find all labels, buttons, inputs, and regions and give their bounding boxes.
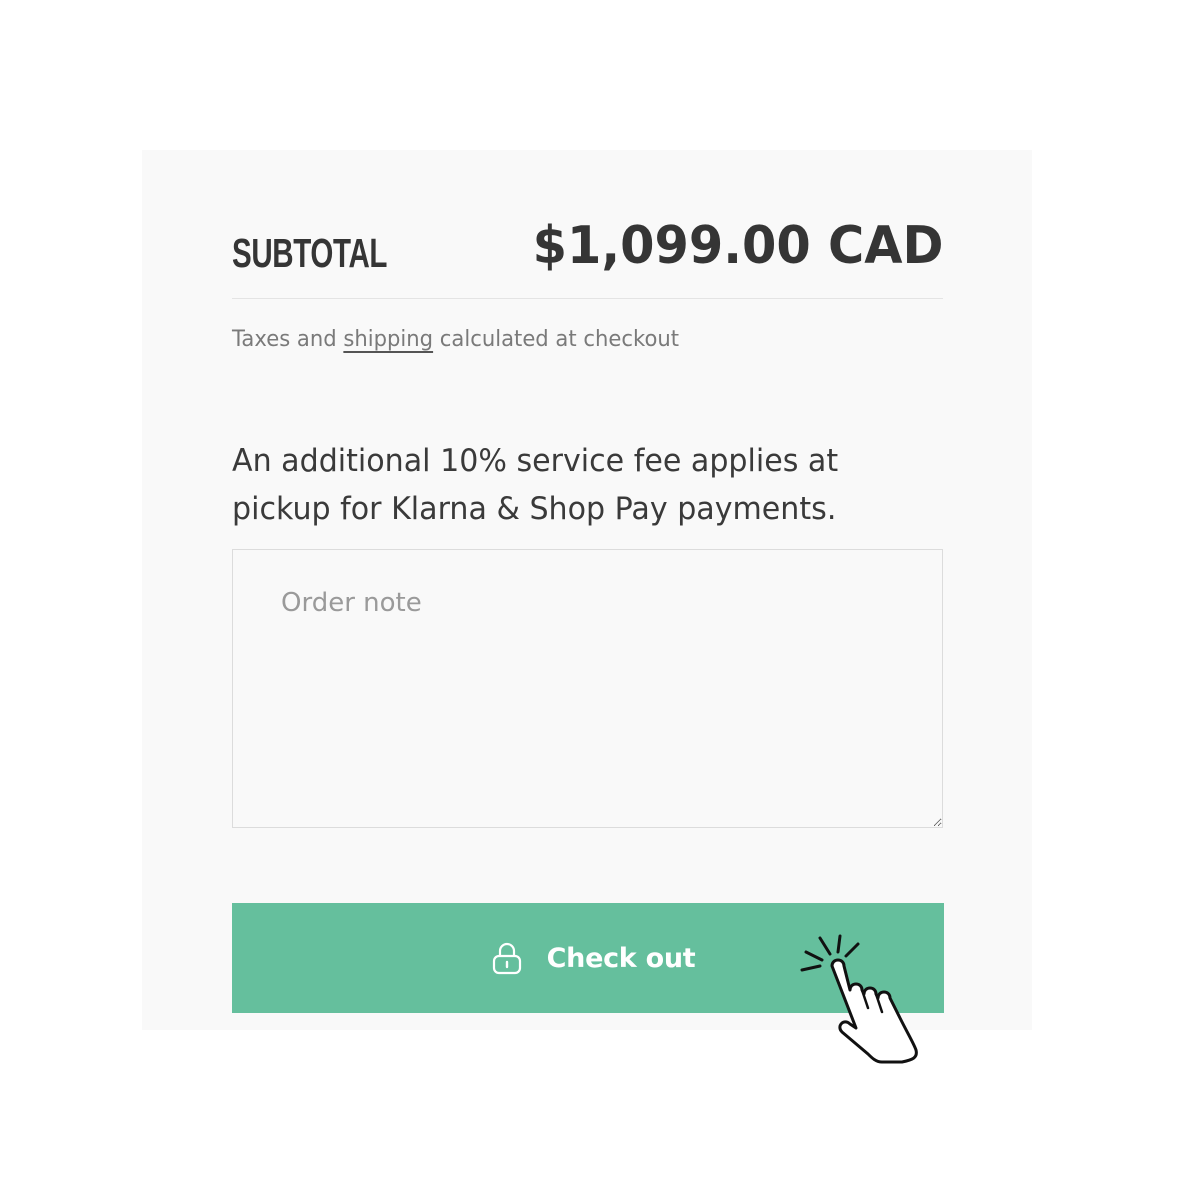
subtotal-amount: $1,099.00 CAD (532, 216, 943, 276)
divider (232, 298, 943, 299)
subtotal-label: SUBTOTAL (232, 230, 388, 276)
subtotal-row: SUBTOTAL $1,099.00 CAD (232, 214, 943, 288)
tax-note-prefix: Taxes and (232, 327, 344, 352)
checkout-button[interactable]: Check out (232, 903, 944, 1013)
tax-note: Taxes and shipping calculated at checkou… (232, 327, 679, 352)
checkout-label: Check out (546, 942, 696, 974)
lock-icon (492, 942, 521, 975)
order-note-field[interactable] (232, 549, 943, 828)
tax-note-suffix: calculated at checkout (433, 327, 680, 352)
shipping-link[interactable]: shipping (343, 327, 433, 352)
checkout-button-content: Check out (491, 941, 696, 975)
service-fee-note: An additional 10% service fee applies at… (232, 443, 839, 527)
